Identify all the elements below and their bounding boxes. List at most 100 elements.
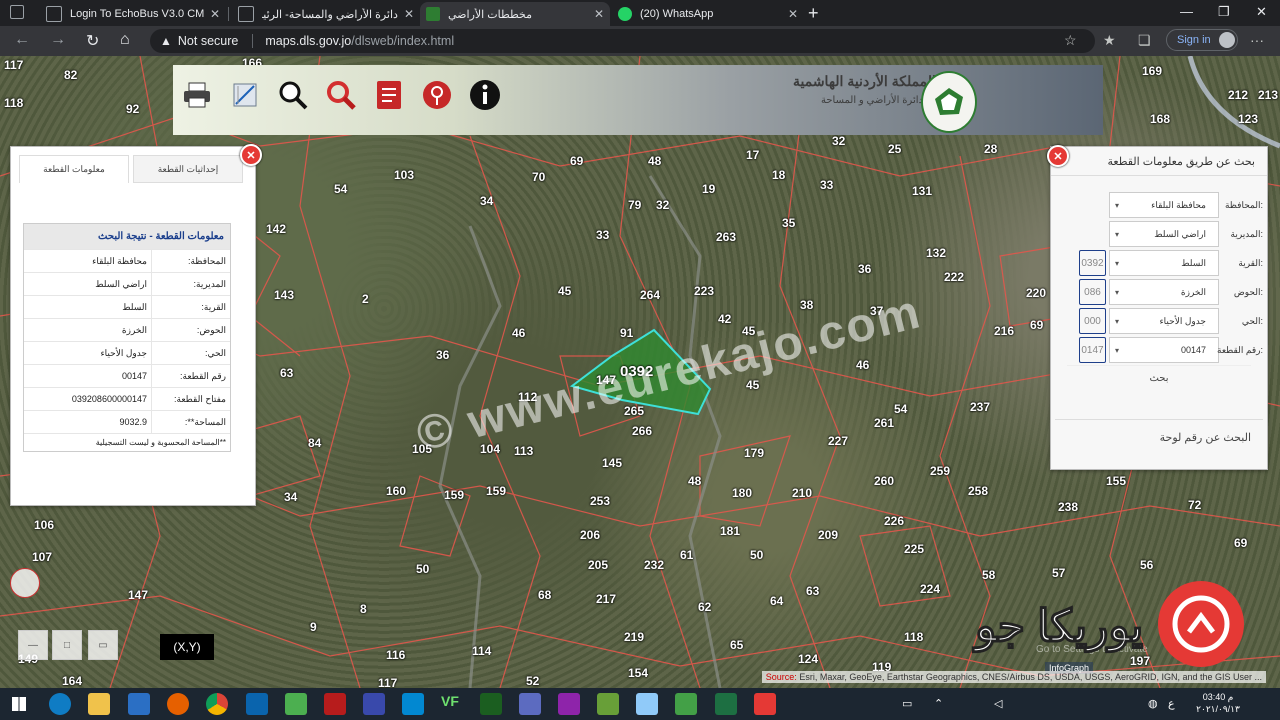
parcel-number-label: 56 (1140, 558, 1154, 572)
parcel-number-label: 159 (486, 484, 507, 498)
parcel-number-label: 35 (782, 216, 796, 230)
app-icon[interactable] (675, 693, 697, 715)
back-icon[interactable]: ← (14, 31, 30, 49)
volume-icon[interactable]: ◁ (994, 697, 1002, 710)
close-icon[interactable]: ✕ (594, 7, 604, 21)
navigation-compass-icon[interactable] (10, 568, 40, 598)
parcel-number-label: 42 (718, 312, 732, 326)
tab-parcel-coordinates[interactable]: إحداثيات القطعة (133, 155, 243, 183)
governorate-select[interactable]: ▾ محافظة البلقاء (1109, 192, 1219, 218)
tab-dls-home[interactable]: دائرة الأراضي والمساحة- الرئيسية ✕ (232, 2, 420, 26)
anydesk-icon[interactable] (754, 693, 776, 715)
reload-icon[interactable]: ↻ (86, 31, 99, 51)
basin-select[interactable]: ▾ الخرزة (1109, 279, 1219, 305)
address-bar-row: ← → ↻ ⌂ ▲ Not secure maps.dls.gov.jo /dl… (0, 26, 1280, 56)
location-pin-icon[interactable] (419, 77, 455, 113)
close-icon[interactable]: ✕ (404, 7, 414, 21)
parcel-number-label: 61 (680, 548, 694, 562)
app-icon[interactable] (636, 693, 658, 715)
excel-icon[interactable] (715, 693, 737, 715)
app-icon[interactable] (128, 693, 150, 715)
add-favorite-icon[interactable]: ☆ (1064, 32, 1077, 49)
forward-icon[interactable]: → (50, 31, 66, 49)
maximize-icon[interactable]: ❐ (1218, 4, 1230, 20)
tray-up-icon[interactable]: ⌃ (934, 697, 943, 710)
network-icon[interactable]: ◍ (1148, 697, 1158, 710)
tab-land-maps[interactable]: مخططات الأراضي ✕ (420, 2, 610, 26)
table-row: رقم القطعة: 00147 (24, 364, 230, 388)
app-icon[interactable] (597, 693, 619, 715)
attribution-text: Esri, Maxar, GeoEye, Earthstar Geographi… (799, 672, 1262, 682)
tab-actions-icon[interactable] (10, 5, 24, 19)
app-icon[interactable] (363, 693, 385, 715)
chrome-icon[interactable] (206, 693, 228, 715)
directorate-select[interactable]: ▾ اراضي السلط (1109, 221, 1219, 247)
app-icon[interactable] (558, 693, 580, 715)
parcel-number-select[interactable]: ▾ 00147 (1109, 337, 1219, 363)
parcel-number-label: 260 (874, 474, 895, 488)
favorites-icon[interactable]: ★ (1103, 32, 1116, 49)
plate-search-link[interactable]: البحث عن رقم لوحة (1055, 419, 1263, 454)
file-explorer-icon[interactable] (88, 693, 110, 715)
search-button[interactable]: بحث (1067, 365, 1251, 390)
village-select[interactable]: ▾ السلط (1109, 250, 1219, 276)
app-icon[interactable] (519, 693, 541, 715)
printer-icon[interactable] (179, 77, 215, 113)
parcel-number-label: 217 (596, 592, 617, 606)
zoom-search-icon[interactable] (275, 77, 311, 113)
collections-icon[interactable]: ❏ (1138, 32, 1151, 49)
layer-button[interactable]: ▭ (88, 630, 118, 660)
language-indicator[interactable]: ع (1168, 697, 1175, 710)
tray-icon[interactable]: ▭ (902, 697, 912, 710)
parcel-number-label: 123 (1238, 112, 1259, 126)
close-left-panel-button[interactable]: ✕ (240, 144, 262, 166)
outlook-icon[interactable] (246, 693, 268, 715)
brand-logo-icon (1158, 581, 1244, 667)
new-tab-icon[interactable]: + (808, 3, 819, 24)
governorate-row: ▾ محافظة البلقاء المحافظة: (1079, 192, 1263, 218)
close-window-icon[interactable]: ✕ (1256, 4, 1267, 20)
windows-start-icon[interactable] (12, 697, 26, 711)
zoom-out-button[interactable]: — (18, 630, 48, 660)
more-menu-icon[interactable]: ··· (1250, 32, 1264, 48)
home-extent-button[interactable]: □ (52, 630, 82, 660)
tab-whatsapp[interactable]: (20) WhatsApp ✕ (612, 2, 804, 26)
tab-echobus[interactable]: Login To EchoBus V3.0 CMS Syst ✕ (40, 2, 226, 26)
app-icon[interactable] (402, 693, 424, 715)
close-icon[interactable]: ✕ (210, 7, 220, 21)
app-icon[interactable] (285, 693, 307, 715)
info-icon[interactable] (467, 77, 503, 113)
district-select[interactable]: ▾ جدول الأحياء (1109, 308, 1219, 334)
close-icon[interactable]: ✕ (788, 7, 798, 21)
app-icon[interactable] (324, 693, 346, 715)
xy-coordinates-button[interactable]: (X,Y) (160, 634, 214, 660)
minimize-icon[interactable]: — (1180, 4, 1193, 19)
basin-code-input[interactable]: 086 (1079, 279, 1106, 305)
parcel-number-label: 25 (888, 142, 902, 156)
tab-parcel-info[interactable]: معلومات القطعة (19, 155, 129, 183)
document-icon[interactable] (371, 77, 407, 113)
parcel-number-label: 32 (656, 198, 670, 212)
vf-app-icon[interactable]: VF (441, 693, 463, 715)
edge-icon[interactable] (49, 693, 71, 715)
district-code-input[interactable]: 000 (1079, 308, 1106, 334)
url-field[interactable]: ▲ Not secure maps.dls.gov.jo /dlsweb/ind… (150, 29, 1095, 53)
close-right-panel-button[interactable]: ✕ (1047, 145, 1069, 167)
parcel-code-input[interactable]: 0147 (1079, 337, 1106, 363)
sign-in-button[interactable]: Sign in (1166, 29, 1238, 51)
search-icon[interactable] (323, 77, 359, 113)
parcel-number-label: 124 (798, 652, 819, 666)
system-clock[interactable]: 03:40 م ٢٠٢١/٠٩/١٣ (1192, 691, 1244, 715)
measure-icon[interactable] (227, 77, 263, 113)
search-panel-title: بحث عن طريق معلومات القطعة (1107, 156, 1255, 168)
home-icon[interactable]: ⌂ (120, 31, 130, 49)
parcel-number-label: 84 (308, 436, 322, 450)
parcel-number-label: 92 (126, 102, 140, 116)
map-view[interactable]: 117 82 166 118 92 169 212 213 168 123 69 48 17 32 25 28… (0, 56, 1280, 688)
warning-icon[interactable]: ▲ (160, 34, 172, 48)
app-icon[interactable] (480, 693, 502, 715)
parcel-number-label: 52 (526, 674, 540, 688)
firefox-icon[interactable] (167, 693, 189, 715)
header-banner: المملكة الأردنية الهاشمية دائرة الأراضي … (173, 65, 1103, 135)
village-code-input[interactable]: 0392 (1079, 250, 1106, 276)
